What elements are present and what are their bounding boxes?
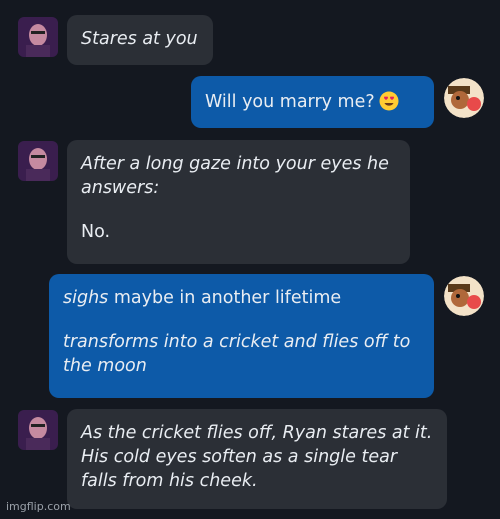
message-text: Stares at you xyxy=(81,29,198,49)
message-text: transforms into a cricket and flies off … xyxy=(63,332,411,376)
user-avatar[interactable] xyxy=(444,276,484,316)
ryan-avatar[interactable] xyxy=(18,141,58,181)
imgflip-watermark: imgflip.com xyxy=(6,500,71,513)
message-text: sighs xyxy=(63,288,109,308)
message-text: maybe in another lifetime xyxy=(108,288,342,308)
message-bubble-outgoing: Will you marry me? xyxy=(191,76,434,128)
message-text: As the cricket flies off, Ryan stares at… xyxy=(81,423,433,491)
user-avatar[interactable] xyxy=(444,78,484,118)
message-bubble-incoming: After a long gaze into your eyes he answ… xyxy=(67,140,410,264)
message-text: After a long gaze into your eyes he answ… xyxy=(81,154,389,198)
ryan-avatar[interactable] xyxy=(18,410,58,450)
message-text: No. xyxy=(81,222,111,242)
message-text: Will you marry me? xyxy=(205,92,375,112)
ryan-avatar[interactable] xyxy=(18,17,58,57)
heart-eyes-emoji-icon xyxy=(379,91,399,111)
message-bubble-incoming: Stares at you xyxy=(67,15,213,65)
message-bubble-outgoing: sighs maybe in another lifetime transfor… xyxy=(49,274,434,398)
message-bubble-incoming: As the cricket flies off, Ryan stares at… xyxy=(67,409,447,509)
